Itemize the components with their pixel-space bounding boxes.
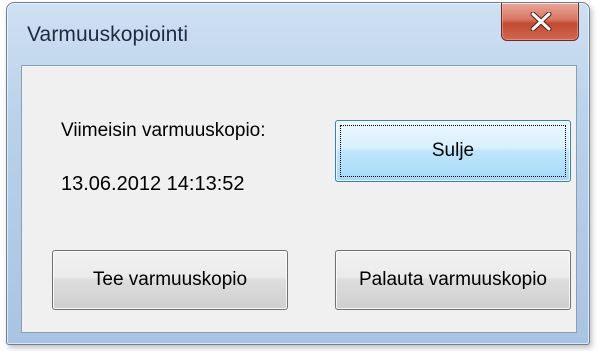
last-backup-timestamp: 13.06.2012 14:13:52	[61, 173, 245, 195]
close-button-label: Sulje	[431, 140, 475, 161]
title-bar[interactable]: Varmuuskopiointi	[7, 3, 589, 63]
window-close-button[interactable]	[501, 3, 579, 41]
create-backup-button[interactable]: Tee varmuuskopio	[52, 250, 288, 310]
close-icon	[530, 12, 552, 31]
close-button[interactable]: Sulje	[335, 120, 571, 182]
last-backup-label: Viimeisin varmuuskopio:	[61, 120, 266, 141]
dialog-window: Varmuuskopiointi Viimeisin varmuuskopio:…	[6, 2, 590, 345]
restore-backup-button[interactable]: Palauta varmuuskopio	[335, 250, 571, 310]
window-title: Varmuuskopiointi	[27, 23, 189, 46]
restore-backup-button-label: Palauta varmuuskopio	[359, 269, 547, 290]
dialog-content: Viimeisin varmuuskopio: 13.06.2012 14:13…	[21, 65, 577, 333]
create-backup-button-label: Tee varmuuskopio	[92, 269, 248, 290]
